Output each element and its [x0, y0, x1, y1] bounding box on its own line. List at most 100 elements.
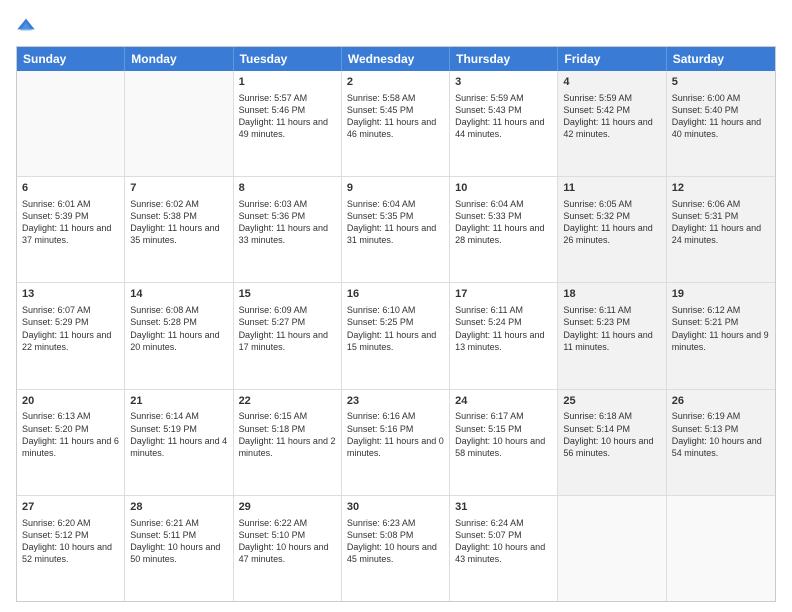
calendar-cell: 16 Sunrise: 6:10 AM Sunset: 5:25 PM Dayli…	[342, 283, 450, 388]
calendar-cell: 6 Sunrise: 6:01 AM Sunset: 5:39 PM Daylig…	[17, 177, 125, 282]
calendar-cell: 27Sunrise: 6:20 AM Sunset: 5:12 PM Dayli…	[17, 496, 125, 601]
day-number: 23	[347, 394, 444, 409]
day-number: 7	[130, 181, 227, 196]
calendar-cell: 19 Sunrise: 6:12 AM Sunset: 5:21 PM Dayli…	[667, 283, 775, 388]
day-number: 29	[239, 500, 336, 515]
day-number: 17	[455, 287, 552, 302]
calendar-cell: 2 Sunrise: 5:58 AM Sunset: 5:45 PM Daylig…	[342, 71, 450, 176]
logo	[16, 16, 44, 36]
day-number: 28	[130, 500, 227, 515]
day-info: Sunrise: 6:22 AM Sunset: 5:10 PM Dayligh…	[239, 517, 336, 566]
calendar-header-wednesday: Wednesday	[342, 47, 450, 71]
calendar-cell: 14 Sunrise: 6:08 AM Sunset: 5:28 PM Dayli…	[125, 283, 233, 388]
calendar-cell	[125, 71, 233, 176]
day-info: Sunrise: 5:58 AM Sunset: 5:45 PM Dayligh…	[347, 92, 444, 141]
page-header	[16, 16, 776, 36]
day-number: 9	[347, 181, 444, 196]
calendar-cell: 15 Sunrise: 6:09 AM Sunset: 5:27 PM Dayli…	[234, 283, 342, 388]
day-info: Sunrise: 6:04 AM Sunset: 5:35 PM Dayligh…	[347, 198, 444, 247]
calendar: SundayMondayTuesdayWednesdayThursdayFrid…	[16, 46, 776, 602]
day-number: 11	[563, 181, 660, 196]
day-info: Sunrise: 5:57 AM Sunset: 5:46 PM Dayligh…	[239, 92, 336, 141]
day-number: 15	[239, 287, 336, 302]
day-info: Sunrise: 6:11 AM Sunset: 5:24 PM Dayligh…	[455, 304, 552, 353]
day-number: 5	[672, 75, 770, 90]
day-number: 4	[563, 75, 660, 90]
day-number: 3	[455, 75, 552, 90]
calendar-cell: 7Sunrise: 6:02 AM Sunset: 5:38 PM Daylig…	[125, 177, 233, 282]
calendar-header-row: SundayMondayTuesdayWednesdayThursdayFrid…	[17, 47, 775, 71]
day-number: 2	[347, 75, 444, 90]
day-info: Sunrise: 6:00 AM Sunset: 5:40 PM Dayligh…	[672, 92, 770, 141]
calendar-week-3: 13Sunrise: 6:07 AM Sunset: 5:29 PM Dayli…	[17, 283, 775, 389]
day-number: 24	[455, 394, 552, 409]
calendar-header-sunday: Sunday	[17, 47, 125, 71]
calendar-cell: 31 Sunrise: 6:24 AM Sunset: 5:07 PM Dayli…	[450, 496, 558, 601]
day-number: 27	[22, 500, 119, 515]
day-number: 14	[130, 287, 227, 302]
logo-icon	[16, 16, 36, 36]
day-info: Sunrise: 6:10 AM Sunset: 5:25 PM Dayligh…	[347, 304, 444, 353]
calendar-cell: 18 Sunrise: 6:11 AM Sunset: 5:23 PM Dayli…	[558, 283, 666, 388]
calendar-cell: 3 Sunrise: 5:59 AM Sunset: 5:43 PM Daylig…	[450, 71, 558, 176]
calendar-cell: 8 Sunrise: 6:03 AM Sunset: 5:36 PM Daylig…	[234, 177, 342, 282]
day-info: Sunrise: 6:14 AM Sunset: 5:19 PM Dayligh…	[130, 410, 227, 459]
calendar-header-friday: Friday	[558, 47, 666, 71]
calendar-cell	[17, 71, 125, 176]
calendar-cell: 21Sunrise: 6:14 AM Sunset: 5:19 PM Dayli…	[125, 390, 233, 495]
calendar-cell: 29 Sunrise: 6:22 AM Sunset: 5:10 PM Dayli…	[234, 496, 342, 601]
calendar-cell: 12Sunrise: 6:06 AM Sunset: 5:31 PM Dayli…	[667, 177, 775, 282]
calendar-week-2: 6 Sunrise: 6:01 AM Sunset: 5:39 PM Daylig…	[17, 177, 775, 283]
calendar-cell: 4 Sunrise: 5:59 AM Sunset: 5:42 PM Daylig…	[558, 71, 666, 176]
day-info: Sunrise: 6:03 AM Sunset: 5:36 PM Dayligh…	[239, 198, 336, 247]
day-info: Sunrise: 6:06 AM Sunset: 5:31 PM Dayligh…	[672, 198, 770, 247]
day-info: Sunrise: 6:21 AM Sunset: 5:11 PM Dayligh…	[130, 517, 227, 566]
day-info: Sunrise: 5:59 AM Sunset: 5:42 PM Dayligh…	[563, 92, 660, 141]
day-info: Sunrise: 5:59 AM Sunset: 5:43 PM Dayligh…	[455, 92, 552, 141]
day-number: 13	[22, 287, 119, 302]
day-info: Sunrise: 6:01 AM Sunset: 5:39 PM Dayligh…	[22, 198, 119, 247]
calendar-cell: 9 Sunrise: 6:04 AM Sunset: 5:35 PM Daylig…	[342, 177, 450, 282]
calendar-week-5: 27Sunrise: 6:20 AM Sunset: 5:12 PM Dayli…	[17, 496, 775, 601]
day-number: 20	[22, 394, 119, 409]
calendar-cell: 23Sunrise: 6:16 AM Sunset: 5:16 PM Dayli…	[342, 390, 450, 495]
calendar-body: 1 Sunrise: 5:57 AM Sunset: 5:46 PM Daylig…	[17, 71, 775, 601]
day-info: Sunrise: 6:04 AM Sunset: 5:33 PM Dayligh…	[455, 198, 552, 247]
day-info: Sunrise: 6:11 AM Sunset: 5:23 PM Dayligh…	[563, 304, 660, 353]
calendar-cell: 11 Sunrise: 6:05 AM Sunset: 5:32 PM Dayli…	[558, 177, 666, 282]
calendar-header-monday: Monday	[125, 47, 233, 71]
day-number: 25	[563, 394, 660, 409]
calendar-week-1: 1 Sunrise: 5:57 AM Sunset: 5:46 PM Daylig…	[17, 71, 775, 177]
calendar-cell: 1 Sunrise: 5:57 AM Sunset: 5:46 PM Daylig…	[234, 71, 342, 176]
calendar-cell: 30 Sunrise: 6:23 AM Sunset: 5:08 PM Dayli…	[342, 496, 450, 601]
calendar-cell: 13Sunrise: 6:07 AM Sunset: 5:29 PM Dayli…	[17, 283, 125, 388]
day-info: Sunrise: 6:24 AM Sunset: 5:07 PM Dayligh…	[455, 517, 552, 566]
calendar-cell: 28 Sunrise: 6:21 AM Sunset: 5:11 PM Dayli…	[125, 496, 233, 601]
day-number: 1	[239, 75, 336, 90]
day-number: 19	[672, 287, 770, 302]
day-number: 30	[347, 500, 444, 515]
day-number: 26	[672, 394, 770, 409]
calendar-cell	[558, 496, 666, 601]
day-info: Sunrise: 6:23 AM Sunset: 5:08 PM Dayligh…	[347, 517, 444, 566]
day-info: Sunrise: 6:19 AM Sunset: 5:13 PM Dayligh…	[672, 410, 770, 459]
day-number: 31	[455, 500, 552, 515]
day-info: Sunrise: 6:12 AM Sunset: 5:21 PM Dayligh…	[672, 304, 770, 353]
day-info: Sunrise: 6:15 AM Sunset: 5:18 PM Dayligh…	[239, 410, 336, 459]
day-number: 21	[130, 394, 227, 409]
calendar-header-saturday: Saturday	[667, 47, 775, 71]
day-info: Sunrise: 6:16 AM Sunset: 5:16 PM Dayligh…	[347, 410, 444, 459]
calendar-cell: 25Sunrise: 6:18 AM Sunset: 5:14 PM Dayli…	[558, 390, 666, 495]
day-info: Sunrise: 6:05 AM Sunset: 5:32 PM Dayligh…	[563, 198, 660, 247]
calendar-cell: 24Sunrise: 6:17 AM Sunset: 5:15 PM Dayli…	[450, 390, 558, 495]
calendar-cell: 17 Sunrise: 6:11 AM Sunset: 5:24 PM Dayli…	[450, 283, 558, 388]
day-number: 18	[563, 287, 660, 302]
day-info: Sunrise: 6:08 AM Sunset: 5:28 PM Dayligh…	[130, 304, 227, 353]
day-number: 6	[22, 181, 119, 196]
calendar-cell: 10Sunrise: 6:04 AM Sunset: 5:33 PM Dayli…	[450, 177, 558, 282]
day-number: 8	[239, 181, 336, 196]
day-info: Sunrise: 6:09 AM Sunset: 5:27 PM Dayligh…	[239, 304, 336, 353]
calendar-cell: 22Sunrise: 6:15 AM Sunset: 5:18 PM Dayli…	[234, 390, 342, 495]
day-number: 16	[347, 287, 444, 302]
day-info: Sunrise: 6:13 AM Sunset: 5:20 PM Dayligh…	[22, 410, 119, 459]
